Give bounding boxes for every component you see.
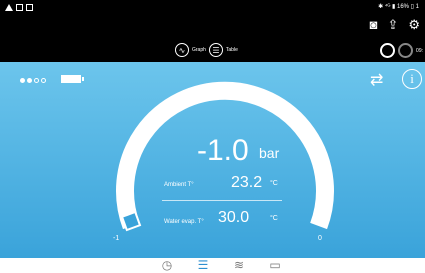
status-bar-left [5,4,33,11]
view-navbar: ∿ Graph ☰ Table 09: [0,40,425,62]
nav-time: 09: [416,47,423,54]
readout-divider [162,200,282,201]
gauge-panel: ⇄ i -1.0 bar Ambient T° 23.2 °C Water ev… [0,62,425,258]
gauge-max-label: 0 [318,235,322,242]
container-icon[interactable]: ▭ [268,259,282,273]
pressure-value: -1.0 [197,134,249,167]
graph-label[interactable]: Graph [192,47,206,53]
record-icon[interactable] [380,43,396,58]
table-icon[interactable]: ☰ [208,43,223,57]
nav-right-controls: 09: [380,43,423,58]
water-evap-temp-label: Water evap. T° [164,219,204,225]
status-bar-right: ✱ ⁴ᴳ ▮ 16% ▯ 1 [378,4,419,10]
water-evap-temp-value: 30.0 [218,209,250,226]
settings-icon[interactable]: ⚙ [408,18,420,31]
app-icon [26,4,33,11]
ambient-temp-unit: °C [270,180,278,187]
warning-icon [5,4,13,11]
ambient-temp-value: 23.2 [231,174,263,191]
stop-icon[interactable] [398,43,414,58]
notification-icon [16,4,23,11]
ambient-temp-label: Ambient T° [164,182,194,188]
share-icon[interactable]: ⇪ [387,18,398,31]
fan-icon[interactable]: ≋ [232,259,246,273]
table-label[interactable]: Table [226,47,238,53]
graph-icon[interactable]: ∿ [175,43,189,57]
pressure-unit: bar [259,145,280,161]
camera-icon[interactable]: ◙ [370,18,378,31]
gauge-icon[interactable]: ◷ [160,259,174,273]
water-evap-temp-unit: °C [270,215,278,222]
gauge-min-label: -1 [113,235,120,242]
view-mode-toggle: ∿ Graph ☰ Table [175,43,238,57]
evaporator-icon[interactable]: ☰ [196,259,210,273]
action-toolbar: ◙ ⇪ ⚙ [0,14,425,40]
bottom-nav: ◷ ☰ ≋ ▭ [0,258,425,273]
